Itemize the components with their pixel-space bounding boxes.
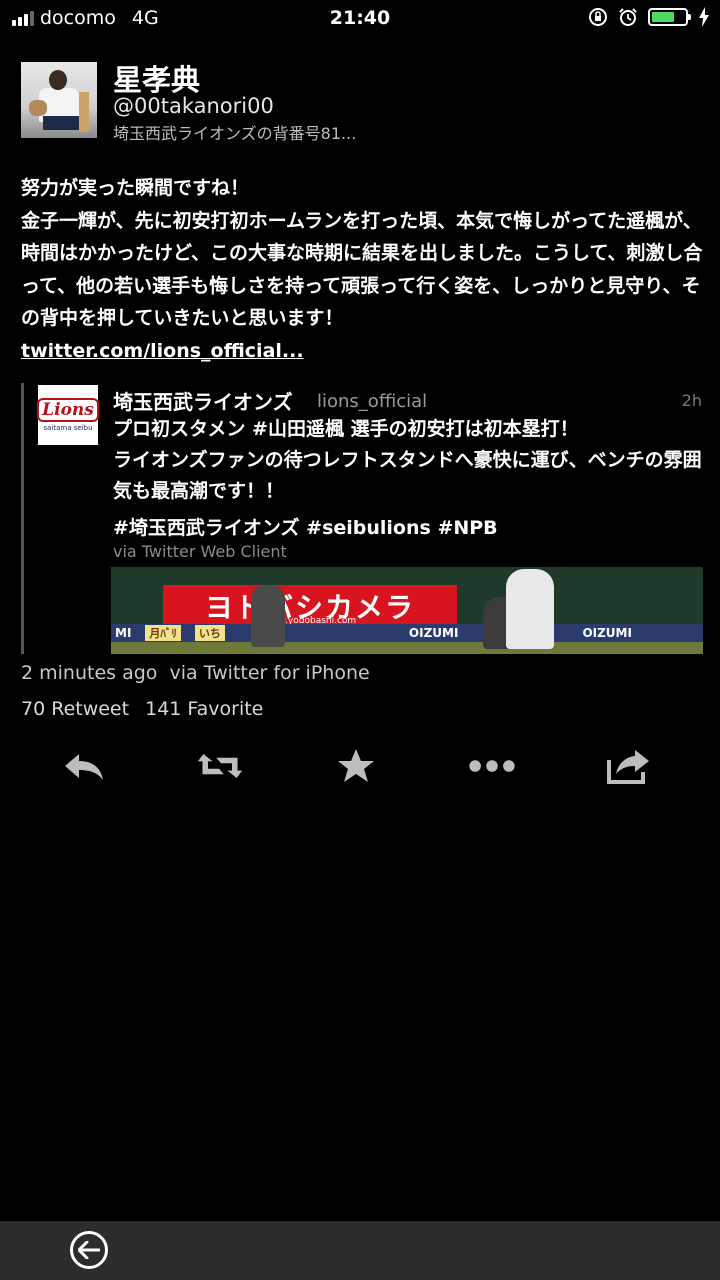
tweet-body: 努力が実った瞬間ですね！ 金子一輝が、先に初安打初ホームランを打った頃、本気で悔… [21,172,703,367]
quote-divider [21,383,24,654]
quoted-name[interactable]: 埼玉西武ライオンズ [113,386,293,415]
retweet-button[interactable] [196,746,244,786]
media-ad-band: MI 月ﾊﾞﾘ いち OIZUMI OIZUMI [111,624,703,642]
more-icon [469,760,515,772]
quoted-text-line2: ライオンズファンの待つレフトスタンドへ豪快に運び、ベンチの雰囲気も最高潮です！！ [113,449,702,502]
tweet-text-line2: 金子一輝が、先に初安打初ホームランを打った頃、本気で悔しがってた遥楓が、時間はか… [21,209,703,330]
media-band-1: OIZUMI [408,626,459,640]
status-bar: docomo 4G 21:40 [0,0,720,38]
retweet-icon [197,754,243,778]
favorite-icon [338,749,374,782]
quoted-handle[interactable]: lions_official [317,391,427,412]
battery-icon [648,8,691,26]
back-button[interactable] [70,1231,108,1269]
quoted-text-line1: プロ初スタメン #山田遥楓 選手の初安打は初本塁打！ [113,418,579,440]
retweet-count[interactable]: 70 Retweet [21,698,129,720]
tweet-counts: 70 Retweet 141 Favorite [21,698,273,720]
quoted-media-image[interactable]: ヨドバシカメラ www.yodobashi.com MI 月ﾊﾞﾘ いち OIZ… [111,567,703,654]
tweet-meta: 2 minutes ago via Twitter for iPhone [21,662,370,684]
quoted-hashtags[interactable]: #埼玉西武ライオンズ #seibulions #NPB [113,513,703,544]
orientation-lock-icon [589,8,607,26]
tweet-link[interactable]: twitter.com/lions_official... [21,335,304,368]
author-handle[interactable]: @00takanori00 [113,94,274,118]
favorite-count[interactable]: 141 Favorite [145,698,263,720]
share-icon [607,750,649,784]
author-name[interactable]: 星孝典 [113,57,200,99]
media-sign: ヨドバシカメラ www.yodobashi.com [163,585,457,627]
back-arrow-icon [78,1241,100,1259]
media-band-0: MI [115,626,132,640]
favorite-button[interactable] [332,746,380,786]
tweet-source[interactable]: via Twitter for iPhone [169,662,369,684]
charging-icon [699,7,709,27]
tweet-time: 2 minutes ago [21,662,158,684]
share-button[interactable] [604,746,652,786]
quoted-avatar[interactable]: Lions saitama seibu [37,385,99,445]
more-button[interactable] [468,746,516,786]
reply-button[interactable] [60,746,108,786]
action-bar [0,740,720,792]
quoted-via: via Twitter Web Client [113,542,287,561]
lions-logo: Lions [37,398,99,422]
author-avatar[interactable] [21,62,97,138]
author-bio: 埼玉西武ライオンズの背番号81... [113,124,357,143]
bottom-toolbar [0,1221,720,1280]
quoted-body[interactable]: プロ初スタメン #山田遥楓 選手の初安打は初本塁打！ ライオンズファンの待つレフ… [113,414,703,544]
media-batter [506,569,554,649]
media-band-2: OIZUMI [582,626,632,640]
status-right [588,7,710,27]
reply-icon [65,754,103,780]
media-player [251,585,285,647]
tweet-text-line1: 努力が実った瞬間ですね！ [21,177,250,199]
lions-logo-subtext: saitama seibu [43,424,93,432]
quoted-time: 2h [681,391,702,410]
alarm-icon [619,8,637,26]
